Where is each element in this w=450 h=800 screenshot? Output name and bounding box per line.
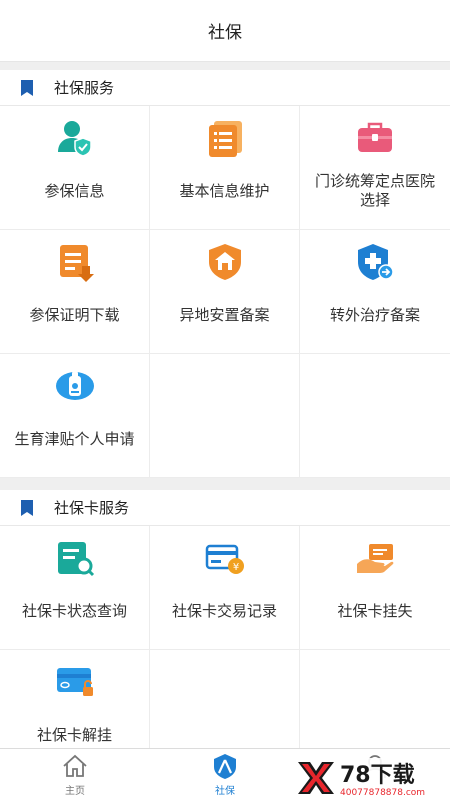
section-title: 社保卡服务: [54, 499, 130, 517]
baby-bottle-icon: [55, 372, 94, 400]
tab-label: 社保: [215, 786, 235, 797]
watermark-brand: 78下载: [340, 762, 415, 788]
empty-tile: [150, 354, 300, 478]
section-header-card-services: 社保卡服务: [0, 490, 450, 526]
section-divider: [0, 478, 450, 490]
tile-certificate-download[interactable]: 参保证明下载: [0, 230, 150, 354]
person-shield-icon: [214, 754, 236, 779]
tile-label: 门诊统筹定点医院选择: [314, 172, 435, 209]
user-shield-icon: [57, 121, 92, 157]
medical-shield-transfer-icon: [358, 244, 394, 280]
section-title: 社保服务: [54, 79, 115, 97]
download-document-icon: [59, 245, 94, 282]
document-list-icon: [208, 121, 242, 157]
watermark-site: 40077878878.com: [340, 788, 425, 798]
watermark-logo: 78下载 40077878878.com: [294, 758, 446, 798]
tile-label: 异地安置备案: [179, 305, 270, 324]
tile-insurance-info[interactable]: 参保信息: [0, 106, 150, 230]
tile-label: 转外治疗备案: [329, 305, 420, 324]
card-transaction-icon: ¥: [205, 544, 244, 574]
section-divider: [0, 62, 450, 70]
medical-kit-icon: [358, 122, 392, 152]
tile-referral-filing[interactable]: 转外治疗备案: [300, 230, 450, 354]
tile-card-report-loss[interactable]: 社保卡挂失: [300, 526, 450, 650]
house-shield-icon: [208, 244, 241, 280]
card-search-icon: [57, 542, 94, 577]
tile-clinic-hospital-selection[interactable]: 门诊统筹定点医院选择: [300, 106, 450, 230]
card-hand-icon: [357, 544, 394, 573]
tile-label: 基本信息维护: [179, 181, 270, 200]
tile-label: 参保信息: [44, 181, 105, 200]
tile-maternity-allowance[interactable]: 生育津贴个人申请: [0, 354, 150, 478]
tab-social-security[interactable]: 社保: [150, 749, 300, 800]
section-header-social-services: 社保服务: [0, 70, 450, 106]
bookmark-icon: [21, 499, 33, 516]
bookmark-icon: [21, 79, 33, 96]
page-title: 社保: [208, 23, 242, 43]
tab-label: 主页: [65, 786, 85, 797]
tile-label: 生育津贴个人申请: [14, 429, 135, 448]
title-bar: 社保: [0, 0, 450, 62]
empty-tile: [300, 354, 450, 478]
tile-label: 社保卡挂失: [337, 601, 413, 620]
social-services-grid: 参保信息 基本信息维护 门诊统筹定点医院选择 参保证明下载 异地安置备案 转外治…: [0, 106, 450, 478]
home-icon: [63, 754, 87, 777]
tile-card-status-query[interactable]: 社保卡状态查询: [0, 526, 150, 650]
tile-relocation-filing[interactable]: 异地安置备案: [150, 230, 300, 354]
card-services-grid: 社保卡状态查询 ¥ 社保卡交易记录 社保卡挂失 社保卡解挂: [0, 526, 450, 774]
card-unlock-icon: [56, 668, 93, 696]
tab-home[interactable]: 主页: [0, 749, 150, 800]
svg-text:¥: ¥: [232, 562, 238, 573]
tile-label: 社保卡交易记录: [171, 601, 277, 620]
tile-label: 参保证明下载: [29, 305, 120, 324]
tile-label: 社保卡状态查询: [21, 601, 127, 620]
tile-card-transactions[interactable]: ¥ 社保卡交易记录: [150, 526, 300, 650]
tile-basic-info[interactable]: 基本信息维护: [150, 106, 300, 230]
